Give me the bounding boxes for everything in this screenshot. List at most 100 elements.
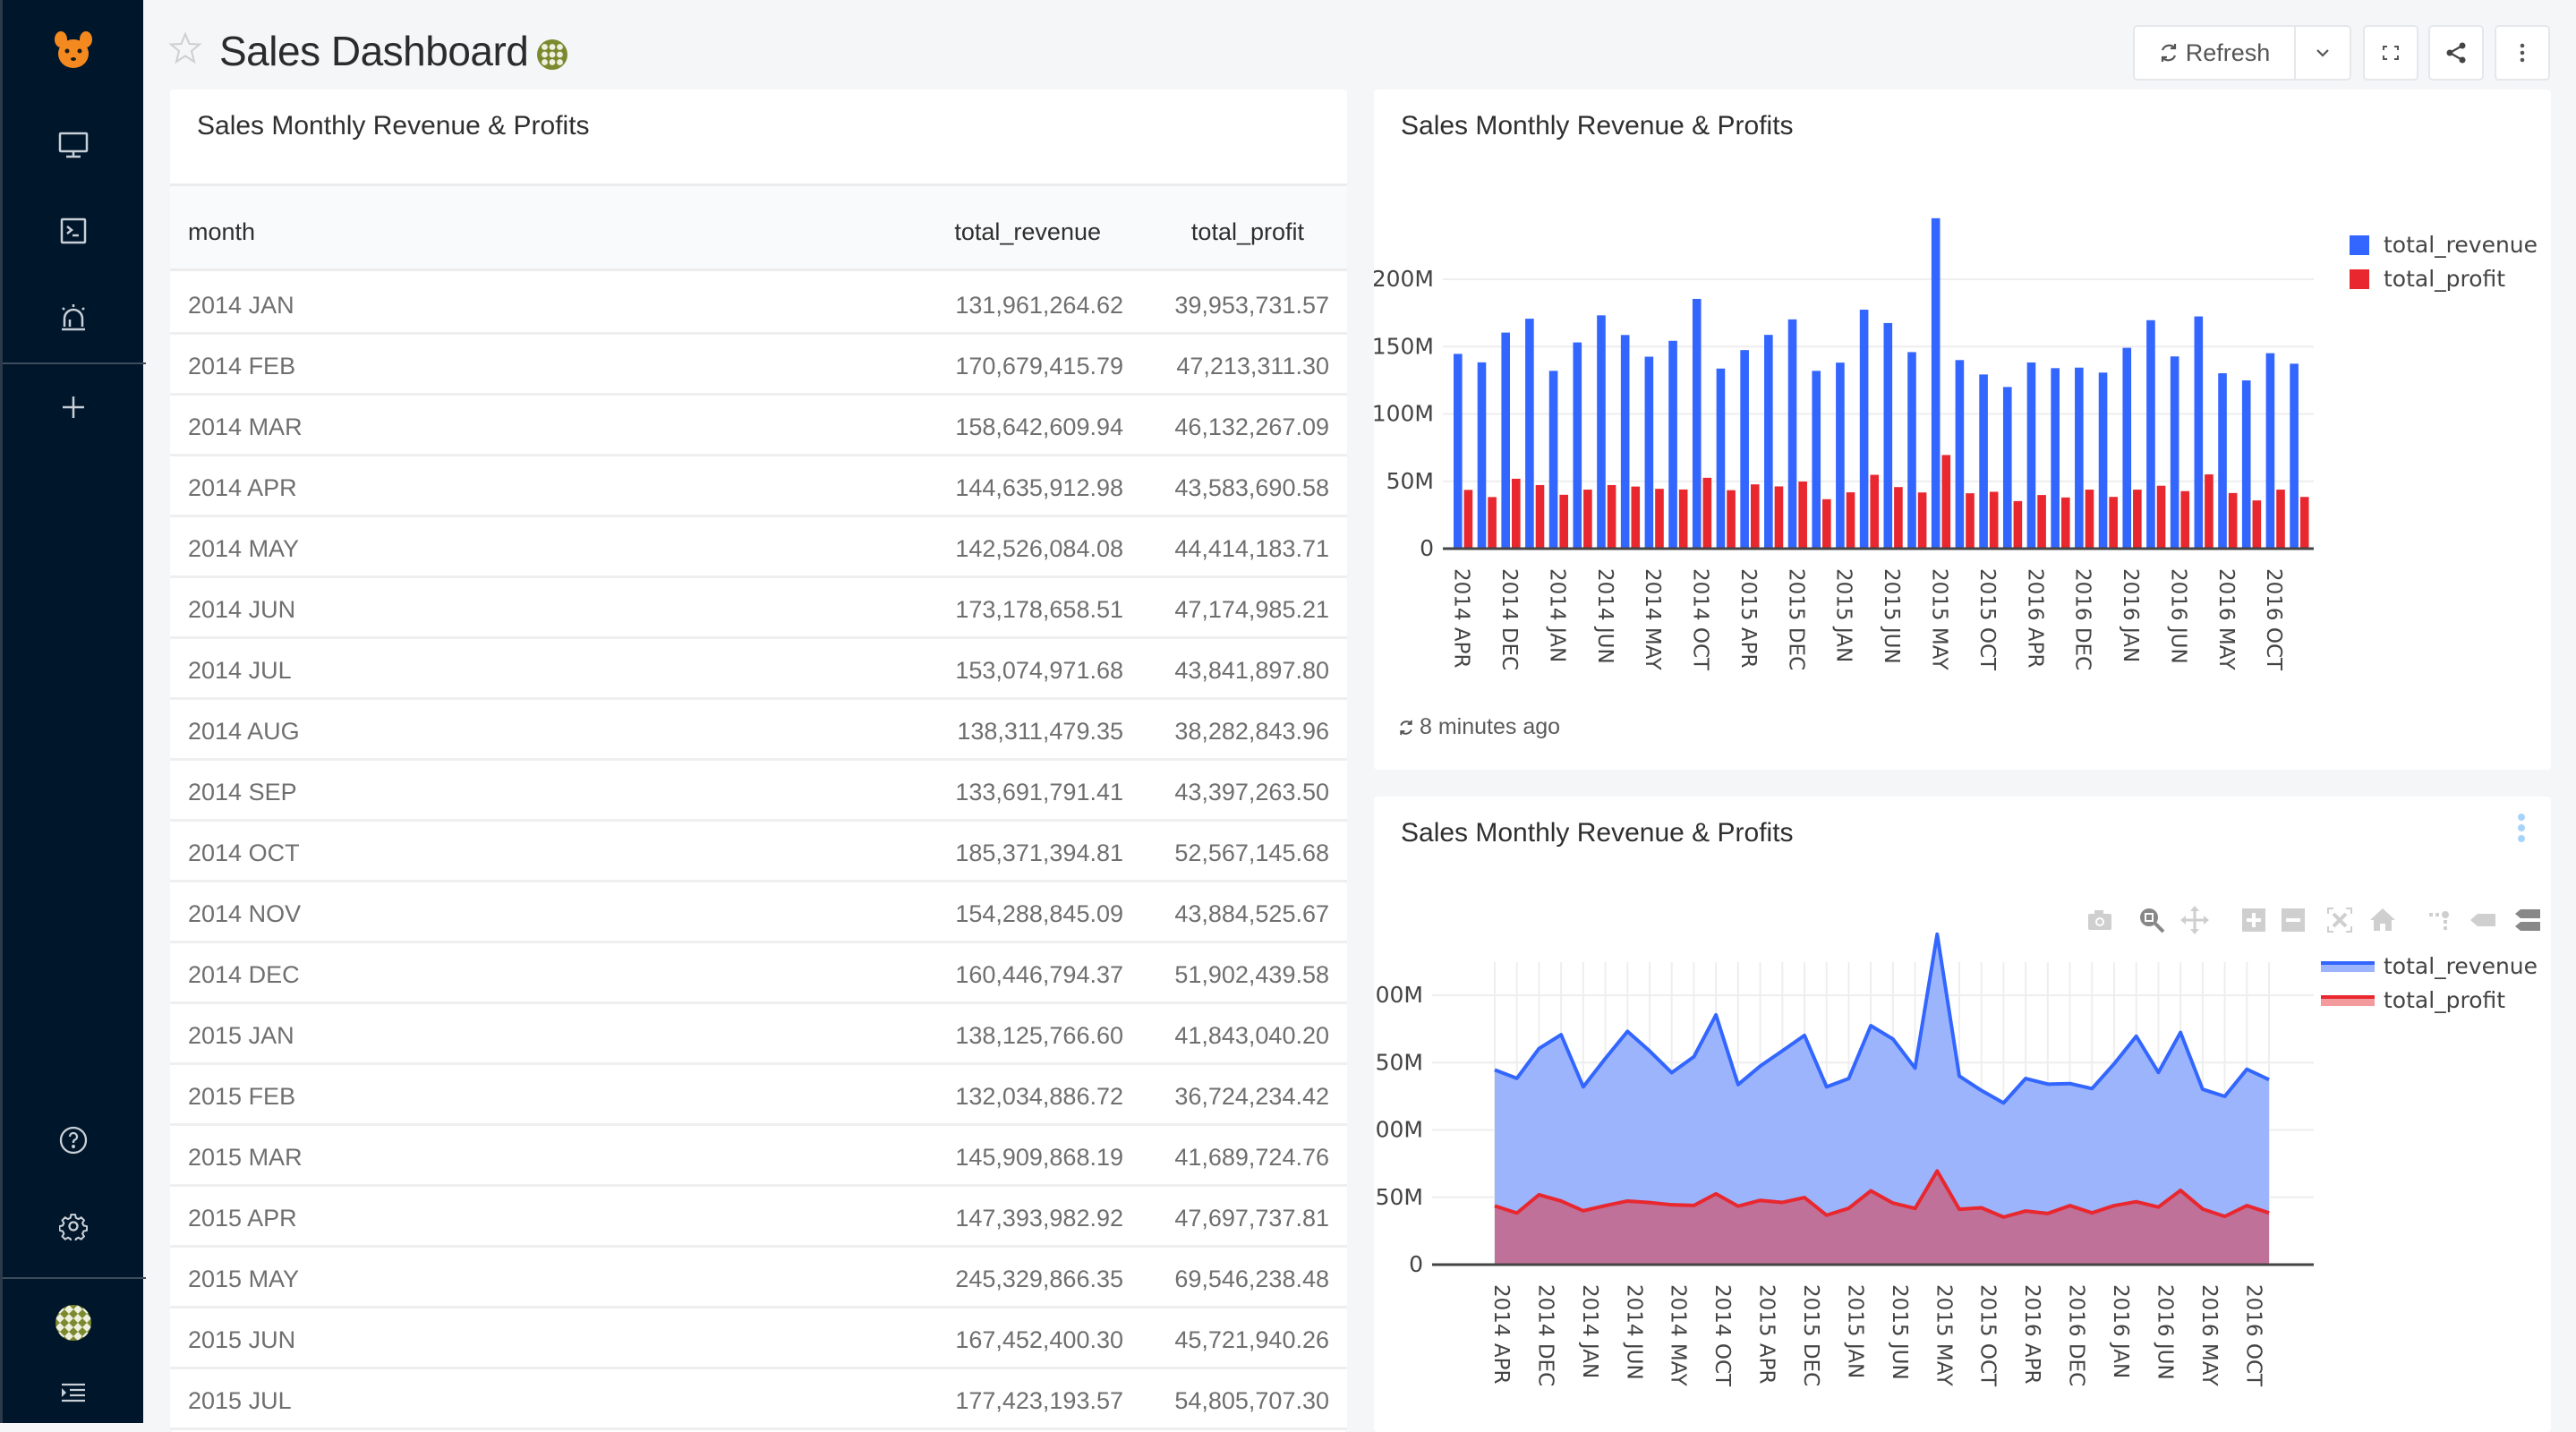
- bar-total_profit[interactable]: [2085, 490, 2094, 549]
- bar-total_profit[interactable]: [1583, 490, 1592, 549]
- legend-label[interactable]: total_profit: [2384, 266, 2505, 292]
- column-header-total-profit[interactable]: total_profit: [1191, 218, 1304, 246]
- bar-total_revenue[interactable]: [1907, 352, 1916, 549]
- bar-total_profit[interactable]: [1989, 491, 1999, 549]
- bar-total_revenue[interactable]: [1525, 319, 1534, 549]
- redash-logo-icon[interactable]: [47, 23, 100, 77]
- bar-total_revenue[interactable]: [1764, 335, 1773, 549]
- bar-total_profit[interactable]: [2013, 500, 2023, 549]
- bar-total_revenue[interactable]: [1955, 360, 1965, 549]
- bar-total_profit[interactable]: [2037, 495, 2046, 549]
- bar-total_revenue[interactable]: [2026, 362, 2036, 549]
- sidebar-item-dashboards[interactable]: [47, 118, 100, 172]
- bar-total_revenue[interactable]: [1692, 298, 1702, 549]
- bar-total_profit[interactable]: [1607, 484, 1616, 549]
- bar-total_revenue[interactable]: [2051, 368, 2060, 549]
- bar-total_profit[interactable]: [1941, 455, 1951, 549]
- widget-title[interactable]: Sales Monthly Revenue & Profits: [197, 111, 590, 141]
- bar-total_revenue[interactable]: [1883, 322, 1893, 549]
- bar-total_profit[interactable]: [1774, 486, 1784, 549]
- bar-total_profit[interactable]: [2252, 500, 2262, 549]
- bar-total_revenue[interactable]: [1477, 362, 1487, 549]
- bar-total_profit[interactable]: [2276, 490, 2285, 549]
- fullscreen-button[interactable]: [2363, 25, 2418, 81]
- refresh-schedule-dropdown[interactable]: [2294, 25, 2351, 81]
- bar-total_profit[interactable]: [1463, 490, 1473, 549]
- bar-total_revenue[interactable]: [1668, 340, 1677, 549]
- bar-total_revenue[interactable]: [2194, 316, 2204, 549]
- bar-total_revenue[interactable]: [2002, 387, 2012, 549]
- bar-total_profit[interactable]: [1535, 484, 1545, 549]
- share-button[interactable]: [2428, 25, 2484, 81]
- bar-total_revenue[interactable]: [1501, 332, 1510, 549]
- bar-total_profit[interactable]: [1894, 487, 1903, 549]
- sidebar-collapse-button[interactable]: [47, 1366, 100, 1419]
- sidebar-item-queries[interactable]: [47, 204, 100, 258]
- bar-total_revenue[interactable]: [1620, 335, 1630, 549]
- bar-total_revenue[interactable]: [1931, 217, 1941, 550]
- refresh-label: Refresh: [2185, 38, 2271, 66]
- bar-total_revenue[interactable]: [1716, 368, 1726, 549]
- bar-total_revenue[interactable]: [1454, 354, 1463, 549]
- bar-total_revenue[interactable]: [2241, 380, 2251, 549]
- bar-total_profit[interactable]: [2228, 492, 2238, 549]
- bar-total_revenue[interactable]: [1859, 310, 1869, 549]
- bar-total_revenue[interactable]: [1979, 374, 1988, 549]
- bar-total_revenue[interactable]: [2218, 373, 2227, 549]
- bar-total_revenue[interactable]: [1836, 362, 1845, 549]
- bar-total_revenue[interactable]: [2075, 367, 2084, 549]
- legend-label[interactable]: total_revenue: [2384, 232, 2538, 258]
- legend-label[interactable]: total_profit: [2384, 987, 2505, 1013]
- bar-total_profit[interactable]: [1678, 489, 1688, 549]
- bar-total_profit[interactable]: [1870, 474, 1880, 549]
- bar-total_revenue[interactable]: [2098, 372, 2108, 549]
- legend-label[interactable]: total_revenue: [2384, 953, 2538, 979]
- bar-total_profit[interactable]: [1846, 492, 1855, 549]
- legend-swatch[interactable]: [2350, 269, 2369, 289]
- bar-total_profit[interactable]: [1750, 484, 1760, 549]
- bar-total_profit[interactable]: [2109, 497, 2118, 549]
- bar-total_profit[interactable]: [1655, 489, 1664, 549]
- bar-total_profit[interactable]: [1798, 482, 1807, 549]
- bar-total_revenue[interactable]: [1573, 342, 1582, 549]
- bar-total_revenue[interactable]: [2122, 347, 2132, 549]
- favorite-star-icon[interactable]: [168, 31, 202, 69]
- bar-total_profit[interactable]: [1822, 499, 1831, 549]
- bar-total_profit[interactable]: [2180, 490, 2190, 549]
- bar-total_revenue[interactable]: [2170, 356, 2179, 549]
- bar-total_revenue[interactable]: [1548, 371, 1558, 549]
- bar-total_profit[interactable]: [2156, 485, 2166, 549]
- sidebar-item-settings[interactable]: [47, 1199, 100, 1253]
- bar-total_profit[interactable]: [1631, 486, 1641, 549]
- x-tick-label: 2015 DEC: [1799, 1284, 1822, 1386]
- bar-total_revenue[interactable]: [1740, 350, 1749, 549]
- bar-total_revenue[interactable]: [1597, 315, 1606, 549]
- bar-total_revenue[interactable]: [1812, 371, 1821, 549]
- bar-total_profit[interactable]: [1702, 477, 1712, 549]
- more-options-button[interactable]: [2495, 25, 2550, 81]
- bar-total_profit[interactable]: [2060, 497, 2070, 549]
- user-avatar[interactable]: [47, 1296, 100, 1350]
- sidebar-item-alerts[interactable]: [47, 291, 100, 345]
- bar-total_profit[interactable]: [1966, 493, 1975, 549]
- bar-total_profit[interactable]: [2299, 497, 2309, 549]
- bar-total_profit[interactable]: [1511, 478, 1521, 549]
- legend-swatch[interactable]: [2350, 235, 2369, 255]
- bar-total_revenue[interactable]: [1787, 319, 1797, 549]
- bar-total_profit[interactable]: [1488, 497, 1497, 549]
- bar-total_profit[interactable]: [2133, 490, 2142, 549]
- bar-total_profit[interactable]: [2205, 474, 2213, 549]
- refresh-button[interactable]: Refresh: [2133, 25, 2296, 81]
- bar-total_revenue[interactable]: [2290, 363, 2299, 549]
- cell-total-profit: 41,689,724.76: [1174, 1144, 1329, 1171]
- sidebar-item-create[interactable]: [47, 380, 100, 434]
- bar-total_profit[interactable]: [1559, 494, 1568, 549]
- bar-total_profit[interactable]: [1727, 490, 1736, 549]
- bar-total_revenue[interactable]: [1644, 356, 1654, 549]
- column-header-total-revenue[interactable]: total_revenue: [954, 218, 1101, 246]
- bar-total_revenue[interactable]: [2265, 353, 2275, 549]
- column-header-month[interactable]: month: [188, 218, 255, 246]
- bar-total_profit[interactable]: [1917, 492, 1927, 549]
- bar-total_revenue[interactable]: [2146, 320, 2155, 549]
- sidebar-item-help[interactable]: [47, 1113, 100, 1167]
